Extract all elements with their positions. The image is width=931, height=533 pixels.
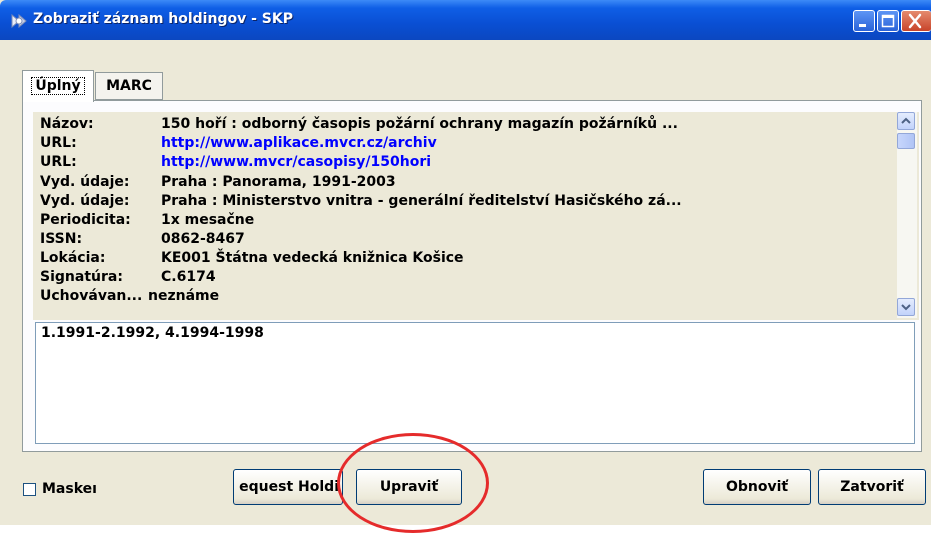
record-label: Názov:: [40, 116, 94, 132]
close-dialog-label: Zatvoriť: [840, 479, 904, 495]
record-value: Praha : Panorama, 1991-2003: [161, 174, 396, 190]
request-holdings-label: equest Holdi: [239, 479, 339, 495]
record-value: 0862-8467: [161, 231, 245, 247]
edit-button-label: Upraviť: [379, 479, 439, 495]
record-label: URL:: [40, 154, 77, 170]
window-title: Zobraziť záznam holdingov - SKP: [33, 11, 293, 27]
scroll-thumb[interactable]: [897, 133, 915, 149]
tab-full[interactable]: Úplný: [22, 70, 94, 102]
scroll-up-icon: [901, 117, 911, 124]
tab-marc[interactable]: MARC: [95, 72, 163, 100]
close-icon: [908, 13, 922, 29]
request-holdings-button[interactable]: equest Holdi: [233, 469, 343, 505]
record-value: 1x mesačne: [161, 212, 255, 228]
record-label: Periodicita:: [40, 212, 131, 228]
record-label: Uchovávan...: [40, 288, 143, 304]
record-link[interactable]: http://www.aplikace.mvcr.cz/archiv: [161, 135, 437, 151]
scroll-down-button[interactable]: [897, 298, 915, 316]
dialog-window: Zobraziť záznam holdingov - SKP Úplný MA…: [0, 0, 931, 533]
record-link[interactable]: http://www.mvcr/casopisy/150hori: [161, 154, 431, 170]
record-label: ISSN:: [40, 231, 83, 247]
maximize-icon: [881, 14, 895, 28]
record-listbox[interactable]: Názov: 150 hoří : odborný časopis požárn…: [33, 112, 919, 320]
record-value: 150 hoří : odborný časopis požární ochra…: [161, 116, 678, 132]
tab-full-label: Úplný: [31, 77, 85, 95]
edit-button[interactable]: Upraviť: [356, 469, 462, 505]
holdings-memo-text: 1.1991-2.1992, 4.1994-1998: [41, 325, 264, 341]
refresh-button[interactable]: Obnoviť: [703, 469, 811, 505]
minimize-button[interactable]: [853, 10, 875, 32]
record-value: Praha : Ministerstvo vnitra - generální …: [161, 193, 682, 209]
close-button[interactable]: [901, 10, 931, 32]
record-label: Vyd. údaje:: [40, 174, 130, 190]
maximize-button[interactable]: [877, 10, 899, 32]
record-value: KE001 Štátna vedecká knižnica Košice: [161, 250, 464, 266]
scroll-up-button[interactable]: [897, 112, 915, 130]
mask-checkbox[interactable]: [23, 483, 36, 496]
app-icon: [11, 13, 27, 29]
record-scrollbar[interactable]: [897, 112, 917, 318]
record-label: Lokácia:: [40, 250, 106, 266]
scroll-down-icon: [901, 304, 911, 311]
record-label: Signatúra:: [40, 269, 123, 285]
minimize-icon: [859, 24, 866, 27]
mask-checkbox-label[interactable]: Maskeı: [42, 481, 120, 497]
holdings-memo[interactable]: 1.1991-2.1992, 4.1994-1998: [35, 322, 915, 444]
record-label: URL:: [40, 135, 77, 151]
record-value: C.6174: [161, 269, 216, 285]
title-bar[interactable]: Zobraziť záznam holdingov - SKP: [0, 0, 931, 40]
close-dialog-button[interactable]: Zatvoriť: [818, 469, 926, 505]
refresh-button-label: Obnoviť: [725, 479, 789, 495]
tab-marc-label: MARC: [106, 78, 152, 94]
record-label: Vyd. údaje:: [40, 193, 130, 209]
record-value: neznáme: [148, 288, 220, 304]
